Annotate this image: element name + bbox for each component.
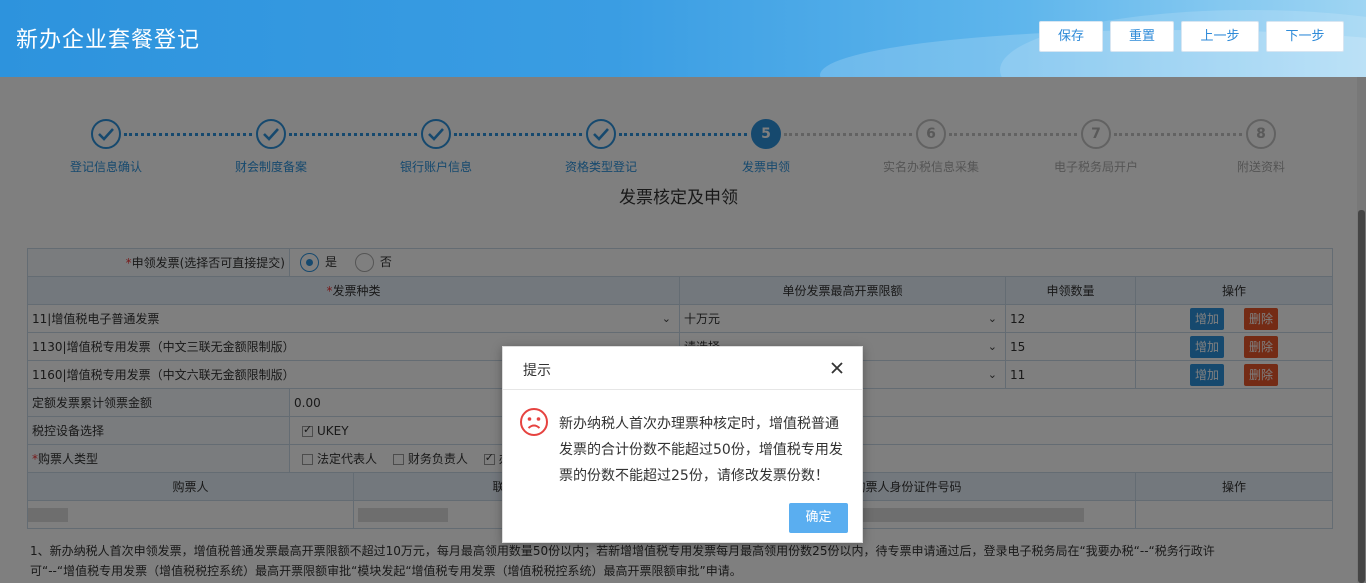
next-step-button[interactable]: 下一步 <box>1266 21 1344 52</box>
page-header: 新办企业套餐登记 保存 重置 上一步 下一步 <box>0 0 1366 77</box>
save-button[interactable]: 保存 <box>1039 21 1103 52</box>
reset-button[interactable]: 重置 <box>1110 21 1174 52</box>
page-title: 新办企业套餐登记 <box>16 28 201 53</box>
dialog-title: 提示 <box>523 363 551 379</box>
prev-step-button[interactable]: 上一步 <box>1181 21 1259 52</box>
sad-face-icon <box>519 407 549 437</box>
dialog-header: 提示 <box>503 347 862 390</box>
close-icon[interactable] <box>829 360 845 376</box>
alert-dialog: 提示 新办纳税人首次办理票种核定时，增值税普通发票的合计份数不能超过50份，增值… <box>502 346 863 543</box>
dialog-message: 新办纳税人首次办理票种核定时，增值税普通发票的合计份数不能超过50份，增值税专用… <box>559 416 843 484</box>
ok-button[interactable]: 确定 <box>789 503 848 533</box>
